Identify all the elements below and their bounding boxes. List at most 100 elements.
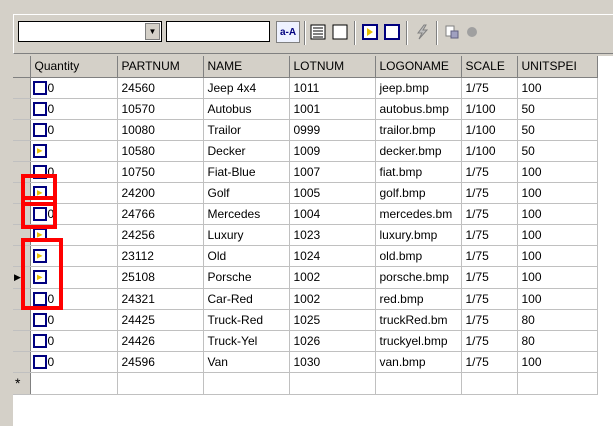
column-header-lotnum[interactable]: LOTNUM xyxy=(289,56,376,78)
table-row[interactable]: 0 24425 Truck-Red 1025 truckRed.bm 1/75 80 xyxy=(13,309,598,331)
quantity-cell[interactable]: 0 xyxy=(30,309,118,331)
table-row[interactable]: 23112 Old 1024 old.bmp 1/75 100 xyxy=(13,245,598,267)
chevron-down-icon[interactable]: ▼ xyxy=(145,23,160,40)
scale-cell[interactable]: 1/75 xyxy=(461,288,518,310)
empty-cell[interactable] xyxy=(375,372,462,395)
scale-cell[interactable]: 1/75 xyxy=(461,309,518,331)
partnum-cell[interactable]: 10080 xyxy=(117,119,204,141)
row-selector[interactable]: ▶ xyxy=(13,266,31,289)
checkbox[interactable] xyxy=(32,291,47,306)
empty-cell[interactable] xyxy=(517,372,598,395)
scale-cell[interactable]: 1/75 xyxy=(461,245,518,267)
unitspec-cell[interactable]: 80 xyxy=(517,330,598,352)
logoname-cell[interactable]: porsche.bmp xyxy=(375,266,462,289)
partnum-cell[interactable]: 10750 xyxy=(117,161,204,183)
unitspec-cell[interactable]: 100 xyxy=(517,288,598,310)
row-selector[interactable] xyxy=(13,288,31,310)
logoname-cell[interactable]: truckRed.bm xyxy=(375,309,462,331)
table-row[interactable]: 0 10570 Autobus 1001 autobus.bmp 1/100 50 xyxy=(13,98,598,120)
checkbox[interactable] xyxy=(32,101,47,116)
field-combo[interactable]: ▼ xyxy=(18,21,162,42)
column-header-unitspec[interactable]: UNITSPEI xyxy=(517,56,598,78)
name-cell[interactable]: Autobus xyxy=(203,98,290,120)
quantity-cell[interactable]: 0 xyxy=(30,77,118,99)
logoname-cell[interactable]: van.bmp xyxy=(375,351,462,373)
row-selector[interactable] xyxy=(13,140,31,162)
logoname-cell[interactable]: trailor.bmp xyxy=(375,119,462,141)
empty-cell[interactable] xyxy=(203,372,290,395)
lotnum-cell[interactable]: 1026 xyxy=(289,330,376,352)
name-cell[interactable]: Decker xyxy=(203,140,290,162)
row-selector[interactable] xyxy=(13,224,31,246)
row-selector[interactable] xyxy=(13,203,31,225)
empty-cell[interactable] xyxy=(117,372,204,395)
value-input[interactable] xyxy=(166,21,270,42)
table-row[interactable]: 24200 Golf 1005 golf.bmp 1/75 100 xyxy=(13,182,598,204)
quantity-cell[interactable] xyxy=(30,245,118,267)
quantity-cell[interactable]: 0 xyxy=(30,330,118,352)
table-row[interactable]: 0 24766 Mercedes 1004 mercedes.bm 1/75 100 xyxy=(13,203,598,225)
table-row[interactable]: 24256 Luxury 1023 luxury.bmp 1/75 100 xyxy=(13,224,598,246)
name-cell[interactable]: Van xyxy=(203,351,290,373)
scale-cell[interactable]: 1/75 xyxy=(461,161,518,183)
column-header-name[interactable]: NAME xyxy=(203,56,290,78)
lotnum-cell[interactable]: 1001 xyxy=(289,98,376,120)
checked-checkbox-icon[interactable] xyxy=(32,248,47,263)
uncheck-all-button[interactable] xyxy=(382,21,402,43)
logoname-cell[interactable]: autobus.bmp xyxy=(375,98,462,120)
execute-button[interactable] xyxy=(412,21,432,43)
partnum-cell[interactable]: 24256 xyxy=(117,224,204,246)
partnum-cell[interactable]: 23112 xyxy=(117,245,204,267)
checkbox[interactable] xyxy=(32,312,47,327)
name-cell[interactable]: Old xyxy=(203,245,290,267)
logoname-cell[interactable]: decker.bmp xyxy=(375,140,462,162)
checkbox[interactable] xyxy=(32,80,47,95)
partnum-cell[interactable]: 10570 xyxy=(117,98,204,120)
quantity-cell[interactable]: 0 xyxy=(30,203,118,225)
lotnum-cell[interactable]: 0999 xyxy=(289,119,376,141)
checkbox[interactable] xyxy=(32,164,47,179)
logoname-cell[interactable]: golf.bmp xyxy=(375,182,462,204)
quantity-cell[interactable]: 0 xyxy=(30,119,118,141)
unitspec-cell[interactable]: 100 xyxy=(517,161,598,183)
quantity-cell[interactable] xyxy=(30,224,118,246)
checked-checkbox-icon[interactable] xyxy=(32,185,47,200)
lotnum-cell[interactable]: 1002 xyxy=(289,266,376,289)
logoname-cell[interactable]: fiat.bmp xyxy=(375,161,462,183)
checkbox[interactable] xyxy=(32,354,47,369)
case-toggle-button[interactable]: a-A xyxy=(276,21,300,43)
empty-cell[interactable] xyxy=(30,372,118,395)
unitspec-cell[interactable]: 100 xyxy=(517,224,598,246)
partnum-cell[interactable]: 24200 xyxy=(117,182,204,204)
lotnum-cell[interactable]: 1007 xyxy=(289,161,376,183)
partnum-cell[interactable]: 25108 xyxy=(117,266,204,289)
table-row[interactable]: 0 24596 Van 1030 van.bmp 1/75 100 xyxy=(13,351,598,373)
scale-cell[interactable]: 1/100 xyxy=(461,98,518,120)
table-row[interactable]: 0 10080 Trailor 0999 trailor.bmp 1/100 50 xyxy=(13,119,598,141)
column-header-scale[interactable]: SCALE xyxy=(461,56,518,78)
scale-cell[interactable]: 1/75 xyxy=(461,224,518,246)
clear-button[interactable] xyxy=(330,21,350,43)
unitspec-cell[interactable]: 100 xyxy=(517,245,598,267)
name-cell[interactable]: Mercedes xyxy=(203,203,290,225)
table-row[interactable]: 0 24321 Car-Red 1002 red.bmp 1/75 100 xyxy=(13,288,598,310)
table-row[interactable]: 0 24560 Jeep 4x4 1011 jeep.bmp 1/75 100 xyxy=(13,77,598,99)
column-header-partnum[interactable]: PARTNUM xyxy=(117,56,204,78)
row-selector[interactable] xyxy=(13,351,31,373)
list-view-button[interactable] xyxy=(308,21,328,43)
checked-checkbox-icon[interactable] xyxy=(32,227,47,242)
table-row[interactable]: 0 24426 Truck-Yel 1026 truckyel.bmp 1/75 80 xyxy=(13,330,598,352)
column-header-logoname[interactable]: LOGONAME xyxy=(375,56,462,78)
partnum-cell[interactable]: 24596 xyxy=(117,351,204,373)
quantity-cell[interactable]: 0 xyxy=(30,161,118,183)
unitspec-cell[interactable]: 50 xyxy=(517,98,598,120)
quantity-cell[interactable] xyxy=(30,266,118,289)
row-selector[interactable] xyxy=(13,182,31,204)
lotnum-cell[interactable]: 1011 xyxy=(289,77,376,99)
table-row[interactable]: ▶ 25108 Porsche 1002 porsche.bmp 1/75 100 xyxy=(13,266,598,289)
name-cell[interactable]: Truck-Red xyxy=(203,309,290,331)
partnum-cell[interactable]: 24321 xyxy=(117,288,204,310)
quantity-cell[interactable]: 0 xyxy=(30,351,118,373)
name-cell[interactable]: Luxury xyxy=(203,224,290,246)
row-selector[interactable] xyxy=(13,98,31,120)
